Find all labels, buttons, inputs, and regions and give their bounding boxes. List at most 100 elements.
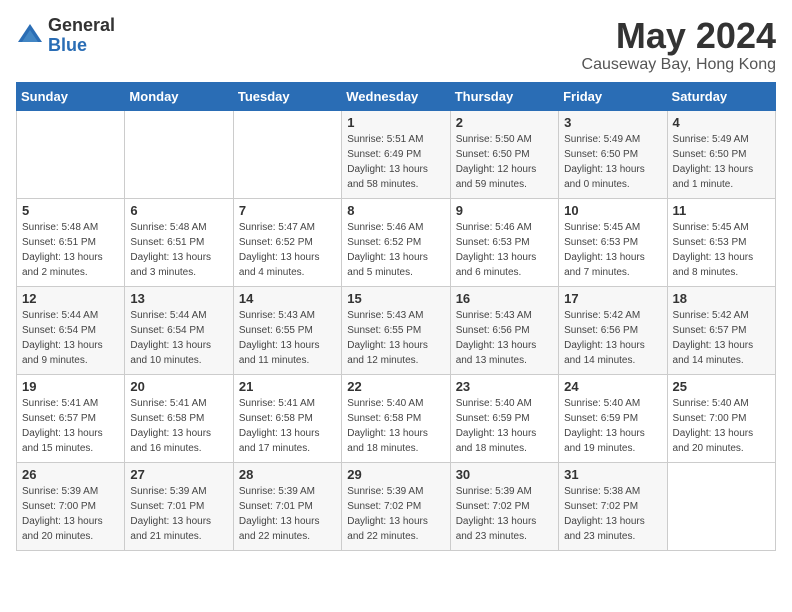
day-info: Sunrise: 5:38 AMSunset: 7:02 PMDaylight:… (564, 484, 661, 544)
day-info: Sunrise: 5:44 AMSunset: 6:54 PMDaylight:… (130, 308, 227, 368)
calendar-cell: 25Sunrise: 5:40 AMSunset: 7:00 PMDayligh… (667, 374, 775, 462)
day-info: Sunrise: 5:43 AMSunset: 6:55 PMDaylight:… (239, 308, 336, 368)
calendar-cell: 1Sunrise: 5:51 AMSunset: 6:49 PMDaylight… (342, 110, 450, 198)
day-info: Sunrise: 5:44 AMSunset: 6:54 PMDaylight:… (22, 308, 119, 368)
calendar-cell: 2Sunrise: 5:50 AMSunset: 6:50 PMDaylight… (450, 110, 558, 198)
calendar-cell: 26 Sunrise: 5:39 AMSunset: 7:00 PMDayligh… (17, 462, 125, 550)
calendar-cell: 29 Sunrise: 5:39 AMSunset: 7:02 PMDayligh… (342, 462, 450, 550)
calendar-week-row: 26 Sunrise: 5:39 AMSunset: 7:00 PMDayligh… (17, 462, 776, 550)
calendar-week-row: 1Sunrise: 5:51 AMSunset: 6:49 PMDaylight… (17, 110, 776, 198)
header-sunday: Sunday (17, 82, 125, 110)
header: General Blue May 2024 Causeway Bay, Hong… (16, 16, 776, 74)
day-number: 11 (673, 203, 770, 218)
day-number: 10 (564, 203, 661, 218)
logo-blue-label: Blue (48, 36, 115, 56)
day-info: Sunrise: 5:49 AMSunset: 6:50 PMDaylight:… (673, 132, 770, 192)
day-number: 8 (347, 203, 444, 218)
day-info: Sunrise: 5:48 AMSunset: 6:51 PMDaylight:… (22, 220, 119, 280)
day-number: 22 (347, 379, 444, 394)
day-number: 26 (22, 467, 119, 482)
day-info: Sunrise: 5:41 AMSunset: 6:58 PMDaylight:… (239, 396, 336, 456)
day-info: Sunrise: 5:47 AMSunset: 6:52 PMDaylight:… (239, 220, 336, 280)
calendar-cell: 16 Sunrise: 5:43 AMSunset: 6:56 PMDayligh… (450, 286, 558, 374)
calendar-table: SundayMondayTuesdayWednesdayThursdayFrid… (16, 82, 776, 551)
day-info: Sunrise: 5:39 AMSunset: 7:02 PMDaylight:… (347, 484, 444, 544)
calendar-cell: 24 Sunrise: 5:40 AMSunset: 6:59 PMDayligh… (559, 374, 667, 462)
day-info: Sunrise: 5:41 AMSunset: 6:57 PMDaylight:… (22, 396, 119, 456)
day-number: 3 (564, 115, 661, 130)
day-info: Sunrise: 5:48 AMSunset: 6:51 PMDaylight:… (130, 220, 227, 280)
calendar-cell: 9 Sunrise: 5:46 AMSunset: 6:53 PMDaylight… (450, 198, 558, 286)
calendar-cell (667, 462, 775, 550)
day-number: 29 (347, 467, 444, 482)
day-number: 21 (239, 379, 336, 394)
calendar-cell: 17Sunrise: 5:42 AMSunset: 6:56 PMDayligh… (559, 286, 667, 374)
location-title: Causeway Bay, Hong Kong (582, 56, 776, 74)
calendar-cell: 23Sunrise: 5:40 AMSunset: 6:59 PMDayligh… (450, 374, 558, 462)
day-number: 25 (673, 379, 770, 394)
header-tuesday: Tuesday (233, 82, 341, 110)
header-friday: Friday (559, 82, 667, 110)
day-info: Sunrise: 5:41 AMSunset: 6:58 PMDaylight:… (130, 396, 227, 456)
day-info: Sunrise: 5:39 AMSunset: 7:01 PMDaylight:… (239, 484, 336, 544)
calendar-cell: 19 Sunrise: 5:41 AMSunset: 6:57 PMDayligh… (17, 374, 125, 462)
calendar-cell (125, 110, 233, 198)
calendar-cell: 8Sunrise: 5:46 AMSunset: 6:52 PMDaylight… (342, 198, 450, 286)
calendar-cell: 3 Sunrise: 5:49 AMSunset: 6:50 PMDaylight… (559, 110, 667, 198)
day-number: 13 (130, 291, 227, 306)
calendar-cell: 30 Sunrise: 5:39 AMSunset: 7:02 PMDayligh… (450, 462, 558, 550)
day-number: 5 (22, 203, 119, 218)
day-number: 23 (456, 379, 553, 394)
day-info: Sunrise: 5:40 AMSunset: 6:59 PMDaylight:… (564, 396, 661, 456)
day-info: Sunrise: 5:39 AMSunset: 7:02 PMDaylight:… (456, 484, 553, 544)
day-number: 15 (347, 291, 444, 306)
calendar-week-row: 12 Sunrise: 5:44 AMSunset: 6:54 PMDayligh… (17, 286, 776, 374)
day-info: Sunrise: 5:40 AMSunset: 6:58 PMDaylight:… (347, 396, 444, 456)
header-wednesday: Wednesday (342, 82, 450, 110)
day-number: 1 (347, 115, 444, 130)
day-number: 9 (456, 203, 553, 218)
day-info: Sunrise: 5:39 AMSunset: 7:01 PMDaylight:… (130, 484, 227, 544)
calendar-cell: 12 Sunrise: 5:44 AMSunset: 6:54 PMDayligh… (17, 286, 125, 374)
day-number: 16 (456, 291, 553, 306)
day-number: 30 (456, 467, 553, 482)
calendar-cell (17, 110, 125, 198)
calendar-cell: 13 Sunrise: 5:44 AMSunset: 6:54 PMDayligh… (125, 286, 233, 374)
header-saturday: Saturday (667, 82, 775, 110)
day-number: 18 (673, 291, 770, 306)
day-info: Sunrise: 5:42 AMSunset: 6:56 PMDaylight:… (564, 308, 661, 368)
calendar-cell: 21 Sunrise: 5:41 AMSunset: 6:58 PMDayligh… (233, 374, 341, 462)
day-number: 14 (239, 291, 336, 306)
day-info: Sunrise: 5:43 AMSunset: 6:56 PMDaylight:… (456, 308, 553, 368)
day-number: 31 (564, 467, 661, 482)
calendar-cell: 28 Sunrise: 5:39 AMSunset: 7:01 PMDayligh… (233, 462, 341, 550)
calendar-cell: 31 Sunrise: 5:38 AMSunset: 7:02 PMDayligh… (559, 462, 667, 550)
day-number: 6 (130, 203, 227, 218)
title-area: May 2024 Causeway Bay, Hong Kong (582, 16, 776, 74)
day-info: Sunrise: 5:42 AMSunset: 6:57 PMDaylight:… (673, 308, 770, 368)
calendar-cell: 15Sunrise: 5:43 AMSunset: 6:55 PMDayligh… (342, 286, 450, 374)
calendar-cell: 11 Sunrise: 5:45 AMSunset: 6:53 PMDayligh… (667, 198, 775, 286)
day-number: 2 (456, 115, 553, 130)
day-info: Sunrise: 5:49 AMSunset: 6:50 PMDaylight:… (564, 132, 661, 192)
calendar-cell: 5 Sunrise: 5:48 AMSunset: 6:51 PMDaylight… (17, 198, 125, 286)
logo: General Blue (16, 16, 115, 56)
day-info: Sunrise: 5:45 AMSunset: 6:53 PMDaylight:… (673, 220, 770, 280)
day-number: 28 (239, 467, 336, 482)
day-number: 27 (130, 467, 227, 482)
day-info: Sunrise: 5:46 AMSunset: 6:53 PMDaylight:… (456, 220, 553, 280)
day-info: Sunrise: 5:39 AMSunset: 7:00 PMDaylight:… (22, 484, 119, 544)
calendar-cell: 20 Sunrise: 5:41 AMSunset: 6:58 PMDayligh… (125, 374, 233, 462)
day-number: 12 (22, 291, 119, 306)
day-number: 19 (22, 379, 119, 394)
day-number: 24 (564, 379, 661, 394)
calendar-cell: 18 Sunrise: 5:42 AMSunset: 6:57 PMDayligh… (667, 286, 775, 374)
calendar-cell: 6 Sunrise: 5:48 AMSunset: 6:51 PMDaylight… (125, 198, 233, 286)
header-monday: Monday (125, 82, 233, 110)
logo-icon (16, 22, 44, 50)
header-thursday: Thursday (450, 82, 558, 110)
day-number: 20 (130, 379, 227, 394)
calendar-header-row: SundayMondayTuesdayWednesdayThursdayFrid… (17, 82, 776, 110)
logo-text: General Blue (48, 16, 115, 56)
calendar-cell: 14 Sunrise: 5:43 AMSunset: 6:55 PMDayligh… (233, 286, 341, 374)
